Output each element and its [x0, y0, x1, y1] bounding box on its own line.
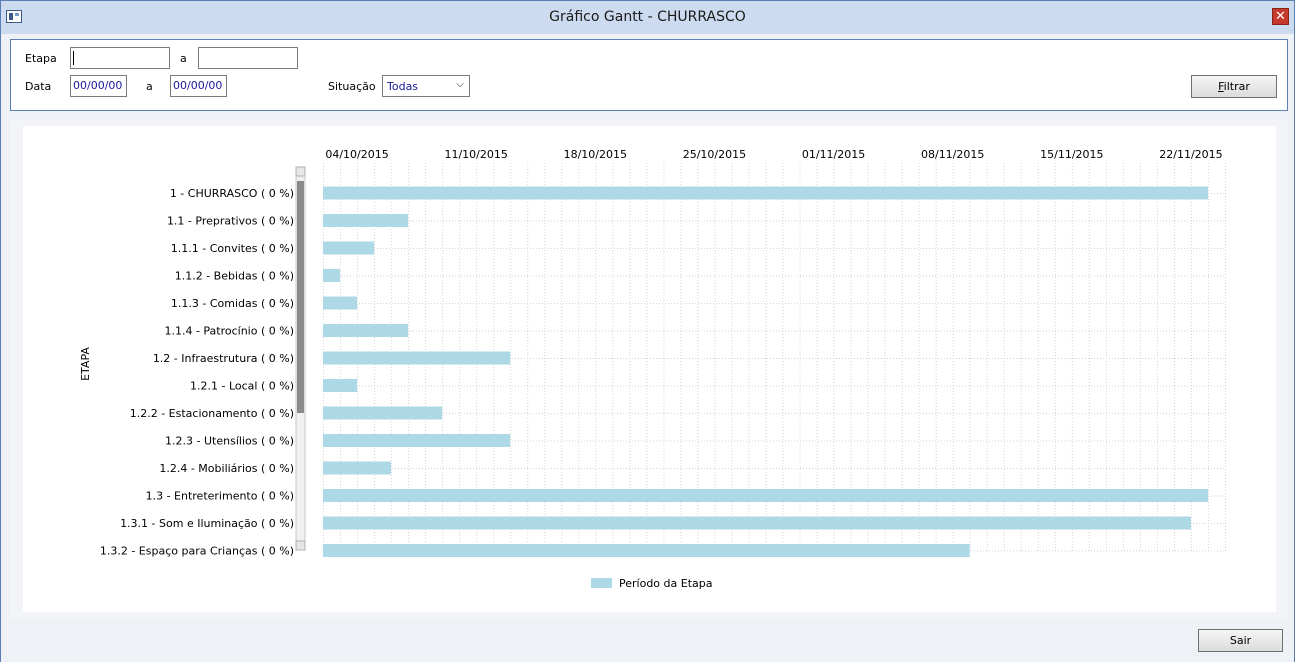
situacao-value: Todas — [387, 80, 419, 93]
y-axis-title: ETAPA — [79, 347, 92, 381]
task-label: 1.1.2 - Bebidas ( 0 %) — [175, 270, 294, 283]
scroll-up-icon[interactable] — [295, 166, 306, 177]
date-to-input[interactable]: 00/00/00 — [170, 75, 227, 97]
x-tick-label: 18/10/2015 — [564, 148, 627, 161]
x-tick-label: 15/11/2015 — [1040, 148, 1103, 161]
filter-panel: Etapa a Data 00/00/00 a 00/00/00 Situaçã… — [10, 39, 1288, 111]
gantt-bar[interactable] — [323, 241, 375, 255]
task-label: 1.2.2 - Estacionamento ( 0 %) — [130, 407, 294, 420]
chevron-down-icon: ⌵ — [456, 79, 464, 90]
task-label: 1.2 - Infraestrutura ( 0 %) — [153, 352, 294, 365]
situacao-label: Situação — [328, 80, 376, 93]
date-range-separator: a — [146, 80, 153, 93]
filter-button[interactable]: Filtrar — [1191, 75, 1277, 98]
situacao-select[interactable]: Todas ⌵ — [382, 75, 470, 97]
x-tick-label: 11/10/2015 — [444, 148, 507, 161]
x-tick-label: 04/10/2015 — [325, 148, 388, 161]
gantt-bar[interactable] — [323, 296, 358, 310]
task-label: 1.3 - Entreterimento ( 0 %) — [146, 490, 294, 503]
window-title: Gráfico Gantt - CHURRASCO — [549, 9, 746, 25]
gantt-bar[interactable] — [323, 214, 409, 227]
chart-area: 04/10/2015 11/10/2015 18/10/2015 25/10/2015… — [10, 120, 1288, 619]
task-label: 1.2.4 - Mobiliários ( 0 %) — [159, 462, 294, 475]
legend-swatch — [591, 578, 612, 588]
footer-bar: Sair — [1, 620, 1294, 662]
date-from-input[interactable]: 00/00/00 — [70, 75, 127, 97]
task-label: 1 - CHURRASCO ( 0 %) — [170, 187, 294, 200]
etapa-from-input[interactable] — [70, 47, 170, 69]
gantt-svg: 04/10/2015 11/10/2015 18/10/2015 25/10/2015… — [79, 148, 1226, 590]
etapa-label: Etapa — [25, 52, 57, 65]
x-tick-label: 01/11/2015 — [802, 148, 865, 161]
x-tick-label: 08/11/2015 — [921, 148, 984, 161]
legend-label: Período da Etapa — [619, 577, 712, 590]
scrollbar-thumb[interactable] — [297, 181, 304, 413]
task-label: 1.3.2 - Espaço para Crianças ( 0 %) — [100, 545, 294, 558]
etapa-range-separator: a — [180, 52, 187, 65]
task-label: 1.1.1 - Convites ( 0 %) — [171, 242, 294, 255]
gantt-bar[interactable] — [323, 324, 409, 337]
etapa-to-input[interactable] — [198, 47, 298, 69]
data-label: Data — [25, 80, 52, 93]
gantt-bar[interactable] — [323, 406, 443, 420]
gantt-bar[interactable] — [323, 489, 1208, 502]
task-label: 1.3.1 - Som e Iluminação ( 0 %) — [120, 517, 294, 530]
title-bar: Gráfico Gantt - CHURRASCO ✕ — [1, 1, 1294, 34]
scroll-down-icon[interactable] — [295, 540, 306, 551]
gantt-bar[interactable] — [323, 461, 392, 475]
task-label: 1.1.4 - Patrocínio ( 0 %) — [164, 325, 294, 338]
gantt-window: Gráfico Gantt - CHURRASCO ✕ Etapa a Data… — [0, 0, 1295, 662]
task-label: 1.1.3 - Comidas ( 0 %) — [171, 297, 294, 310]
gantt-bar[interactable] — [323, 434, 511, 447]
filter-button-label: iltrar — [1223, 80, 1250, 93]
gantt-bar[interactable] — [323, 269, 341, 282]
x-tick-label: 22/11/2015 — [1159, 148, 1222, 161]
gantt-bar[interactable] — [323, 186, 1208, 200]
task-label: 1.1 - Preprativos ( 0 %) — [167, 215, 294, 228]
task-label: 1.2.1 - Local ( 0 %) — [190, 380, 294, 393]
gantt-bar[interactable] — [323, 544, 970, 557]
close-icon[interactable]: ✕ — [1272, 8, 1289, 25]
gantt-chart: 04/10/2015 11/10/2015 18/10/2015 25/10/2015… — [23, 126, 1276, 612]
gantt-bar[interactable] — [323, 516, 1191, 530]
exit-button[interactable]: Sair — [1198, 629, 1283, 652]
gantt-bar[interactable] — [323, 351, 511, 365]
x-tick-label: 25/10/2015 — [683, 148, 746, 161]
task-label: 1.2.3 - Utensílios ( 0 %) — [165, 435, 294, 448]
gantt-bar[interactable] — [323, 379, 358, 392]
